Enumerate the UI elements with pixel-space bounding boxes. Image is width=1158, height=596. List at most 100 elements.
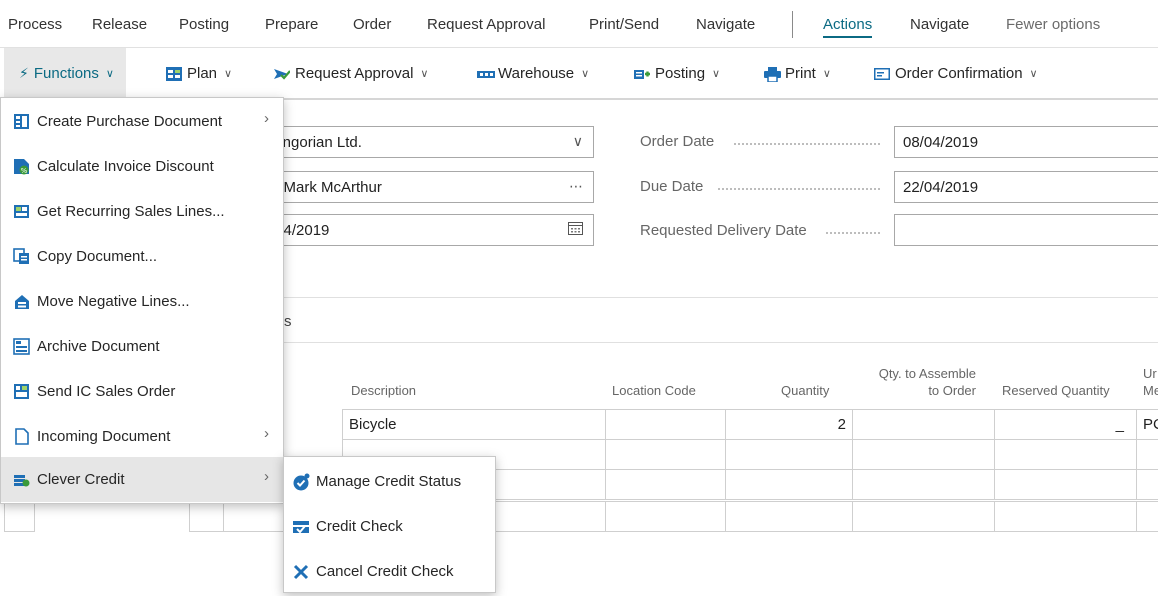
tab-separator [792, 11, 793, 38]
print-menu-button[interactable]: Print ∨ [764, 65, 831, 83]
chevron-down-icon[interactable]: ∨ [573, 133, 583, 150]
menu-item-send-ic-sales-order[interactable]: Send IC Sales Order [1, 369, 283, 414]
line-reserved-cell[interactable] [994, 501, 1137, 532]
line-reserved-cell[interactable] [994, 439, 1137, 470]
lightning-icon: ⚡︎ [19, 64, 29, 81]
line-unit-cell[interactable]: PC [1136, 409, 1158, 440]
calendar-icon[interactable] [568, 221, 583, 238]
menu-item-calculate-invoice-discount[interactable]: % Calculate Invoice Discount [1, 144, 283, 189]
tab-release[interactable]: Release [92, 16, 147, 33]
menu-item-label: Archive Document [37, 338, 160, 355]
line-quantity-cell[interactable]: 2 [725, 409, 853, 440]
tab-fewer-options[interactable]: Fewer options [1006, 16, 1100, 33]
more-options-icon[interactable]: ⋯ [569, 178, 583, 195]
order-date-value: 08/04/2019 [903, 134, 979, 151]
menu-item-label: Get Recurring Sales Lines... [37, 203, 225, 220]
menu-item-clever-credit[interactable]: Clever Credit › [1, 457, 283, 502]
order-confirmation-menu-button[interactable]: Order Confirmation ∨ [874, 65, 1038, 82]
request-approval-icon [274, 67, 291, 81]
tab-actions[interactable]: Actions [823, 16, 873, 38]
plan-menu-button[interactable]: Plan ∨ [166, 65, 232, 82]
menu-item-create-purchase-document[interactable]: Create Purchase Document › [1, 99, 283, 144]
clever-credit-icon [13, 471, 31, 489]
plan-label: Plan [187, 65, 218, 82]
chevron-down-icon: ∨ [224, 68, 233, 80]
line-location-cell[interactable] [605, 469, 726, 500]
send-ic-order-icon [13, 383, 31, 401]
tab-print-send[interactable]: Print/Send [589, 16, 659, 33]
col-header-reserved-quantity[interactable]: Reserved Quantity [1002, 383, 1110, 398]
line-location-cell[interactable] [605, 501, 726, 532]
line-unit-cell[interactable] [1136, 501, 1158, 532]
line-qty-assemble-cell[interactable] [852, 469, 995, 500]
manage-credit-status-icon [292, 473, 310, 491]
line-quantity-cell[interactable] [725, 439, 853, 470]
menu-item-label: Incoming Document [37, 428, 171, 445]
col-header-location-code[interactable]: Location Code [612, 383, 696, 398]
menu-item-copy-document[interactable]: Copy Document... [1, 234, 283, 279]
tab-order[interactable]: Order [353, 16, 391, 33]
contact-field[interactable]: r. Mark McArthur ⋯ [262, 171, 594, 203]
menu-item-credit-check[interactable]: Credit Check [284, 504, 495, 549]
line-reserved-cell[interactable] [994, 469, 1137, 500]
menu-item-get-recurring-sales-lines[interactable]: Get Recurring Sales Lines... [1, 189, 283, 234]
menu-item-label: Create Purchase Document [37, 113, 223, 130]
menu-item-move-negative-lines[interactable]: Move Negative Lines... [1, 279, 283, 324]
customer-name-field[interactable]: langorian Ltd. ∨ [262, 126, 594, 158]
line-description-cell[interactable]: Bicycle [342, 409, 606, 440]
line-unit-cell[interactable] [1136, 439, 1158, 470]
col-header-qty-to-assemble-line2: to Order [928, 383, 976, 398]
due-date-value: 22/04/2019 [903, 179, 979, 196]
line-location-cell[interactable] [605, 439, 726, 470]
menu-item-label: Clever Credit [37, 471, 125, 488]
line-type-cell[interactable] [189, 501, 224, 532]
posting-menu-button[interactable]: Posting ∨ [634, 65, 720, 82]
due-date-label: Due Date [640, 178, 704, 195]
requested-delivery-date-field[interactable] [894, 214, 1158, 246]
submenu-item-label: Manage Credit Status [316, 473, 462, 490]
tab-navigate-secondary[interactable]: Navigate [910, 16, 969, 33]
tab-process[interactable]: Process [8, 16, 62, 33]
line-reserved-cell[interactable]: _ [994, 409, 1137, 440]
line-qty-assemble-cell[interactable] [852, 501, 995, 532]
menu-item-archive-document[interactable]: Archive Document [1, 324, 283, 369]
order-confirmation-icon [874, 67, 890, 81]
chevron-down-icon: ∨ [105, 67, 114, 80]
request-approval-menu-button[interactable]: Request Approval ∨ [274, 65, 428, 82]
request-approval-label: Request Approval [295, 65, 414, 82]
menu-item-manage-credit-status[interactable]: Manage Credit Status [284, 459, 495, 504]
archive-document-icon [13, 337, 31, 356]
menu-item-cancel-credit-check[interactable]: Cancel Credit Check [284, 549, 495, 594]
line-location-cell[interactable] [605, 409, 726, 440]
col-header-qty-to-assemble[interactable]: Qty. to Assemble [860, 366, 976, 381]
line-unit-value: PC [1143, 416, 1158, 433]
warehouse-menu-button[interactable]: Warehouse ∨ [477, 65, 589, 82]
menu-item-label: Move Negative Lines... [37, 293, 190, 310]
menu-item-label: Calculate Invoice Discount [37, 158, 214, 175]
document-date-field[interactable]: /04/2019 [262, 214, 594, 246]
line-reserved-value: _ [1115, 416, 1124, 433]
functions-dropdown-menu: Create Purchase Document › % Calculate I… [0, 97, 284, 504]
line-qty-assemble-cell[interactable] [852, 439, 995, 470]
chevron-right-icon: › [264, 425, 269, 442]
line-unit-cell[interactable] [1136, 469, 1158, 500]
col-header-unit[interactable]: Ur [1143, 366, 1157, 381]
tab-request-approval[interactable]: Request Approval [427, 16, 545, 33]
functions-menu-button[interactable]: ⚡︎ Functions ∨ [4, 48, 126, 98]
incoming-document-icon [13, 427, 31, 446]
tab-prepare[interactable]: Prepare [265, 16, 318, 33]
line-quantity-cell[interactable] [725, 501, 853, 532]
order-date-field[interactable]: 08/04/2019 [894, 126, 1158, 158]
line-select-cell[interactable] [4, 501, 35, 532]
line-quantity-cell[interactable] [725, 469, 853, 500]
due-date-field[interactable]: 22/04/2019 [894, 171, 1158, 203]
menu-item-label: Copy Document... [37, 248, 158, 265]
line-description-value: Bicycle [349, 416, 397, 433]
col-header-quantity[interactable]: Quantity [781, 383, 829, 398]
tab-navigate[interactable]: Navigate [696, 16, 755, 33]
menu-item-incoming-document[interactable]: Incoming Document › [1, 414, 283, 459]
tab-posting[interactable]: Posting [179, 16, 229, 33]
line-qty-assemble-cell[interactable] [852, 409, 995, 440]
warehouse-label: Warehouse [498, 65, 575, 82]
col-header-description[interactable]: Description [351, 383, 416, 398]
